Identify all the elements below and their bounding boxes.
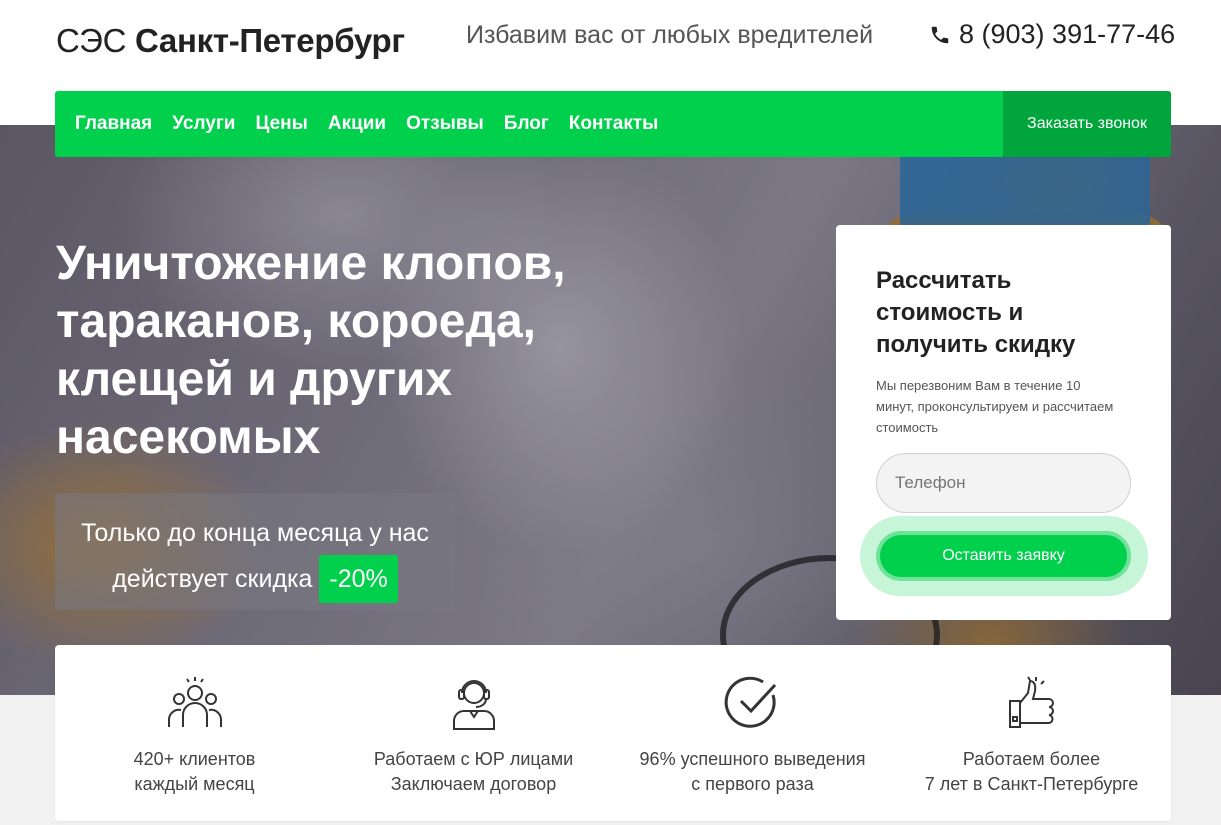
nav-item-contacts[interactable]: Контакты <box>569 113 659 135</box>
hero-headline: Уничтожение клопов, тараканов, короеда, … <box>56 237 566 464</box>
nav-item-prices[interactable]: Цены <box>255 113 307 135</box>
form-title: Рассчитать стоимость и получить скидку <box>876 267 1076 358</box>
callback-form: Рассчитать стоимость и получить скидку М… <box>836 225 1171 620</box>
feature-line1: Работаем с ЮР лицами <box>373 749 574 769</box>
feature-line2: с первого раза <box>691 774 814 794</box>
phone-icon <box>931 26 949 43</box>
site-logo[interactable]: СЭС Санкт-Петербург <box>56 22 405 60</box>
header-phone[interactable]: 8 (903) 391-77-46 <box>929 19 1175 50</box>
feature-line1: Работаем более <box>962 749 1101 769</box>
checkmark-icon <box>724 676 776 728</box>
phone-input[interactable] <box>876 453 1131 513</box>
feature-item: 96% успешного выведения с первого раза <box>613 645 892 821</box>
promo-box: Только до конца месяца у нас действует с… <box>55 493 455 610</box>
nav-item-services[interactable]: Услуги <box>172 113 235 135</box>
nav-items: Главная Услуги Цены Акции Отзывы Блог Ко… <box>55 113 1003 135</box>
feature-line1: 420+ клиентов <box>133 749 256 769</box>
submit-request-button[interactable]: Оставить заявку <box>876 531 1131 581</box>
team-icon <box>167 677 222 727</box>
feature-item: Работаем с ЮР лицами Заключаем договор <box>334 645 613 821</box>
operator-icon <box>452 680 495 730</box>
feature-line2: Заключаем договор <box>390 774 557 794</box>
feature-line1: 96% успешного выведения <box>639 749 866 769</box>
thumbs-up-icon <box>1008 676 1054 728</box>
nav-item-home[interactable]: Главная <box>75 113 152 135</box>
logo-prefix: СЭС <box>56 22 127 59</box>
feature-item: Работаем более 7 лет в Санкт-Петербурге <box>892 645 1171 821</box>
logo-city: Санкт-Петербург <box>135 22 405 59</box>
form-description: Мы перезвоним Вам в течение 10 минут, пр… <box>876 378 1114 435</box>
features-bar: 420+ клиентов каждый месяц Работаем с ЮР … <box>55 645 1171 821</box>
feature-item: 420+ клиентов каждый месяц <box>55 645 334 821</box>
nav-item-blog[interactable]: Блог <box>504 113 549 135</box>
nav-item-reviews[interactable]: Отзывы <box>406 113 484 135</box>
header-tagline: Избавим вас от любых вредителей <box>466 21 874 49</box>
nav-item-promotions[interactable]: Акции <box>328 113 386 135</box>
feature-line2: каждый месяц <box>134 774 255 794</box>
phone-number: 8 (903) 391-77-46 <box>959 19 1176 49</box>
feature-line2: 7 лет в Санкт-Петербурге <box>924 774 1139 794</box>
order-call-button[interactable]: Заказать звонок <box>1003 91 1171 157</box>
main-nav: Главная Услуги Цены Акции Отзывы Блог Ко… <box>55 91 1171 157</box>
discount-badge: -20% <box>319 555 398 603</box>
